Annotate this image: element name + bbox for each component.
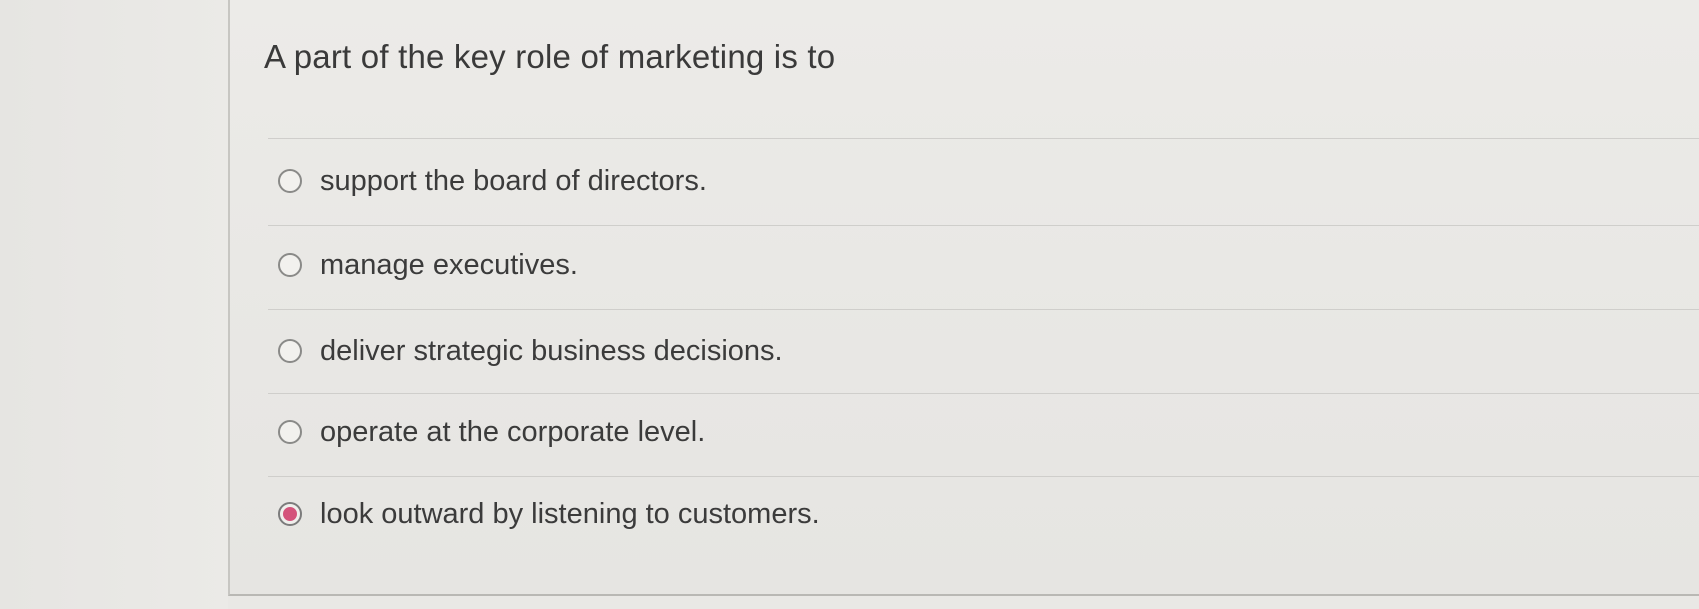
option-label: operate at the corporate level.: [320, 415, 706, 448]
option-divider: [268, 393, 1699, 394]
option-divider: [268, 476, 1699, 477]
option-label: deliver strategic business decisions.: [320, 334, 783, 367]
option-label: look outward by listening to customers.: [320, 497, 820, 530]
option-manage-executives[interactable]: manage executives.: [278, 245, 578, 285]
radio-button-selected-icon[interactable]: [278, 502, 302, 526]
option-divider: [268, 225, 1699, 226]
radio-button-icon[interactable]: [278, 253, 302, 277]
option-label: manage executives.: [320, 248, 578, 281]
question-divider: [268, 138, 1699, 139]
option-deliver-decisions[interactable]: deliver strategic business decisions.: [278, 331, 783, 371]
option-label: support the board of directors.: [320, 164, 707, 197]
option-operate-corporate[interactable]: operate at the corporate level.: [278, 412, 705, 452]
option-divider: [268, 309, 1699, 310]
option-look-outward[interactable]: look outward by listening to customers.: [278, 494, 820, 534]
option-support-board[interactable]: support the board of directors.: [278, 161, 707, 201]
question-text: A part of the key role of marketing is t…: [264, 38, 836, 75]
radio-button-icon[interactable]: [278, 339, 302, 363]
page-margin: [0, 0, 228, 609]
radio-button-icon[interactable]: [278, 169, 302, 193]
radio-button-icon[interactable]: [278, 420, 302, 444]
